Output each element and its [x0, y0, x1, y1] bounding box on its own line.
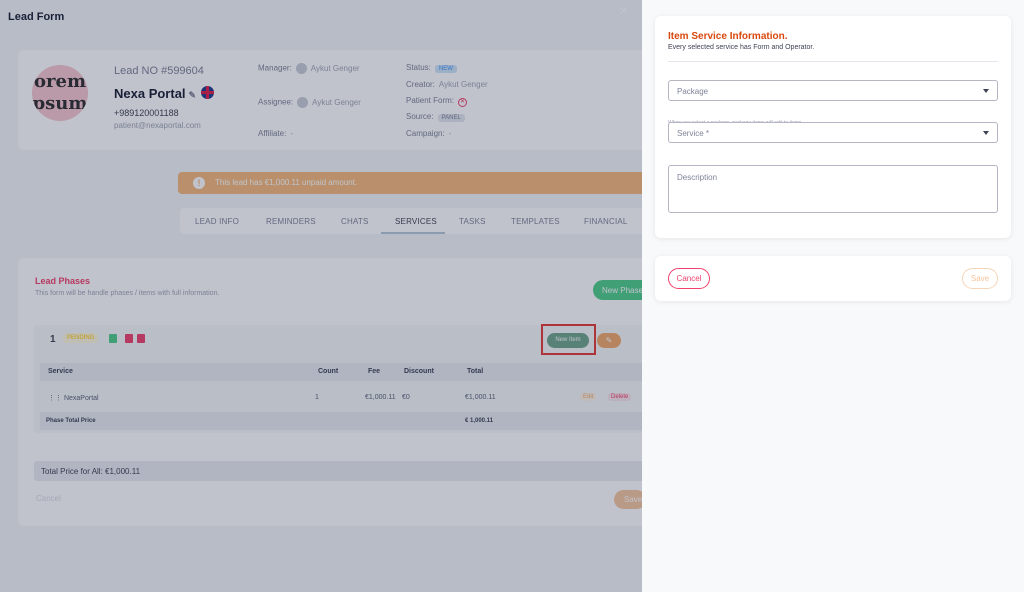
item-service-form-card: Item Service Information. Every selected… [655, 16, 1011, 238]
chevron-down-icon [983, 131, 989, 135]
divider [668, 61, 998, 62]
drawer-actions-card: Cancel Save [655, 256, 1011, 301]
modal-backdrop[interactable] [0, 0, 642, 592]
save-button[interactable]: Save [962, 268, 998, 289]
description-field[interactable]: Description [668, 165, 998, 213]
description-placeholder: Description [677, 173, 718, 182]
service-select[interactable]: Service * [668, 122, 998, 143]
package-select-label: Package [677, 87, 709, 96]
chevron-down-icon [983, 89, 989, 93]
cancel-button[interactable]: Cancel [668, 268, 710, 289]
drawer-subtitle: Every selected service has Form and Oper… [668, 44, 815, 51]
service-select-label: Service * [677, 129, 710, 138]
drawer-title: Item Service Information. [668, 31, 788, 42]
package-select[interactable]: Package [668, 80, 998, 101]
